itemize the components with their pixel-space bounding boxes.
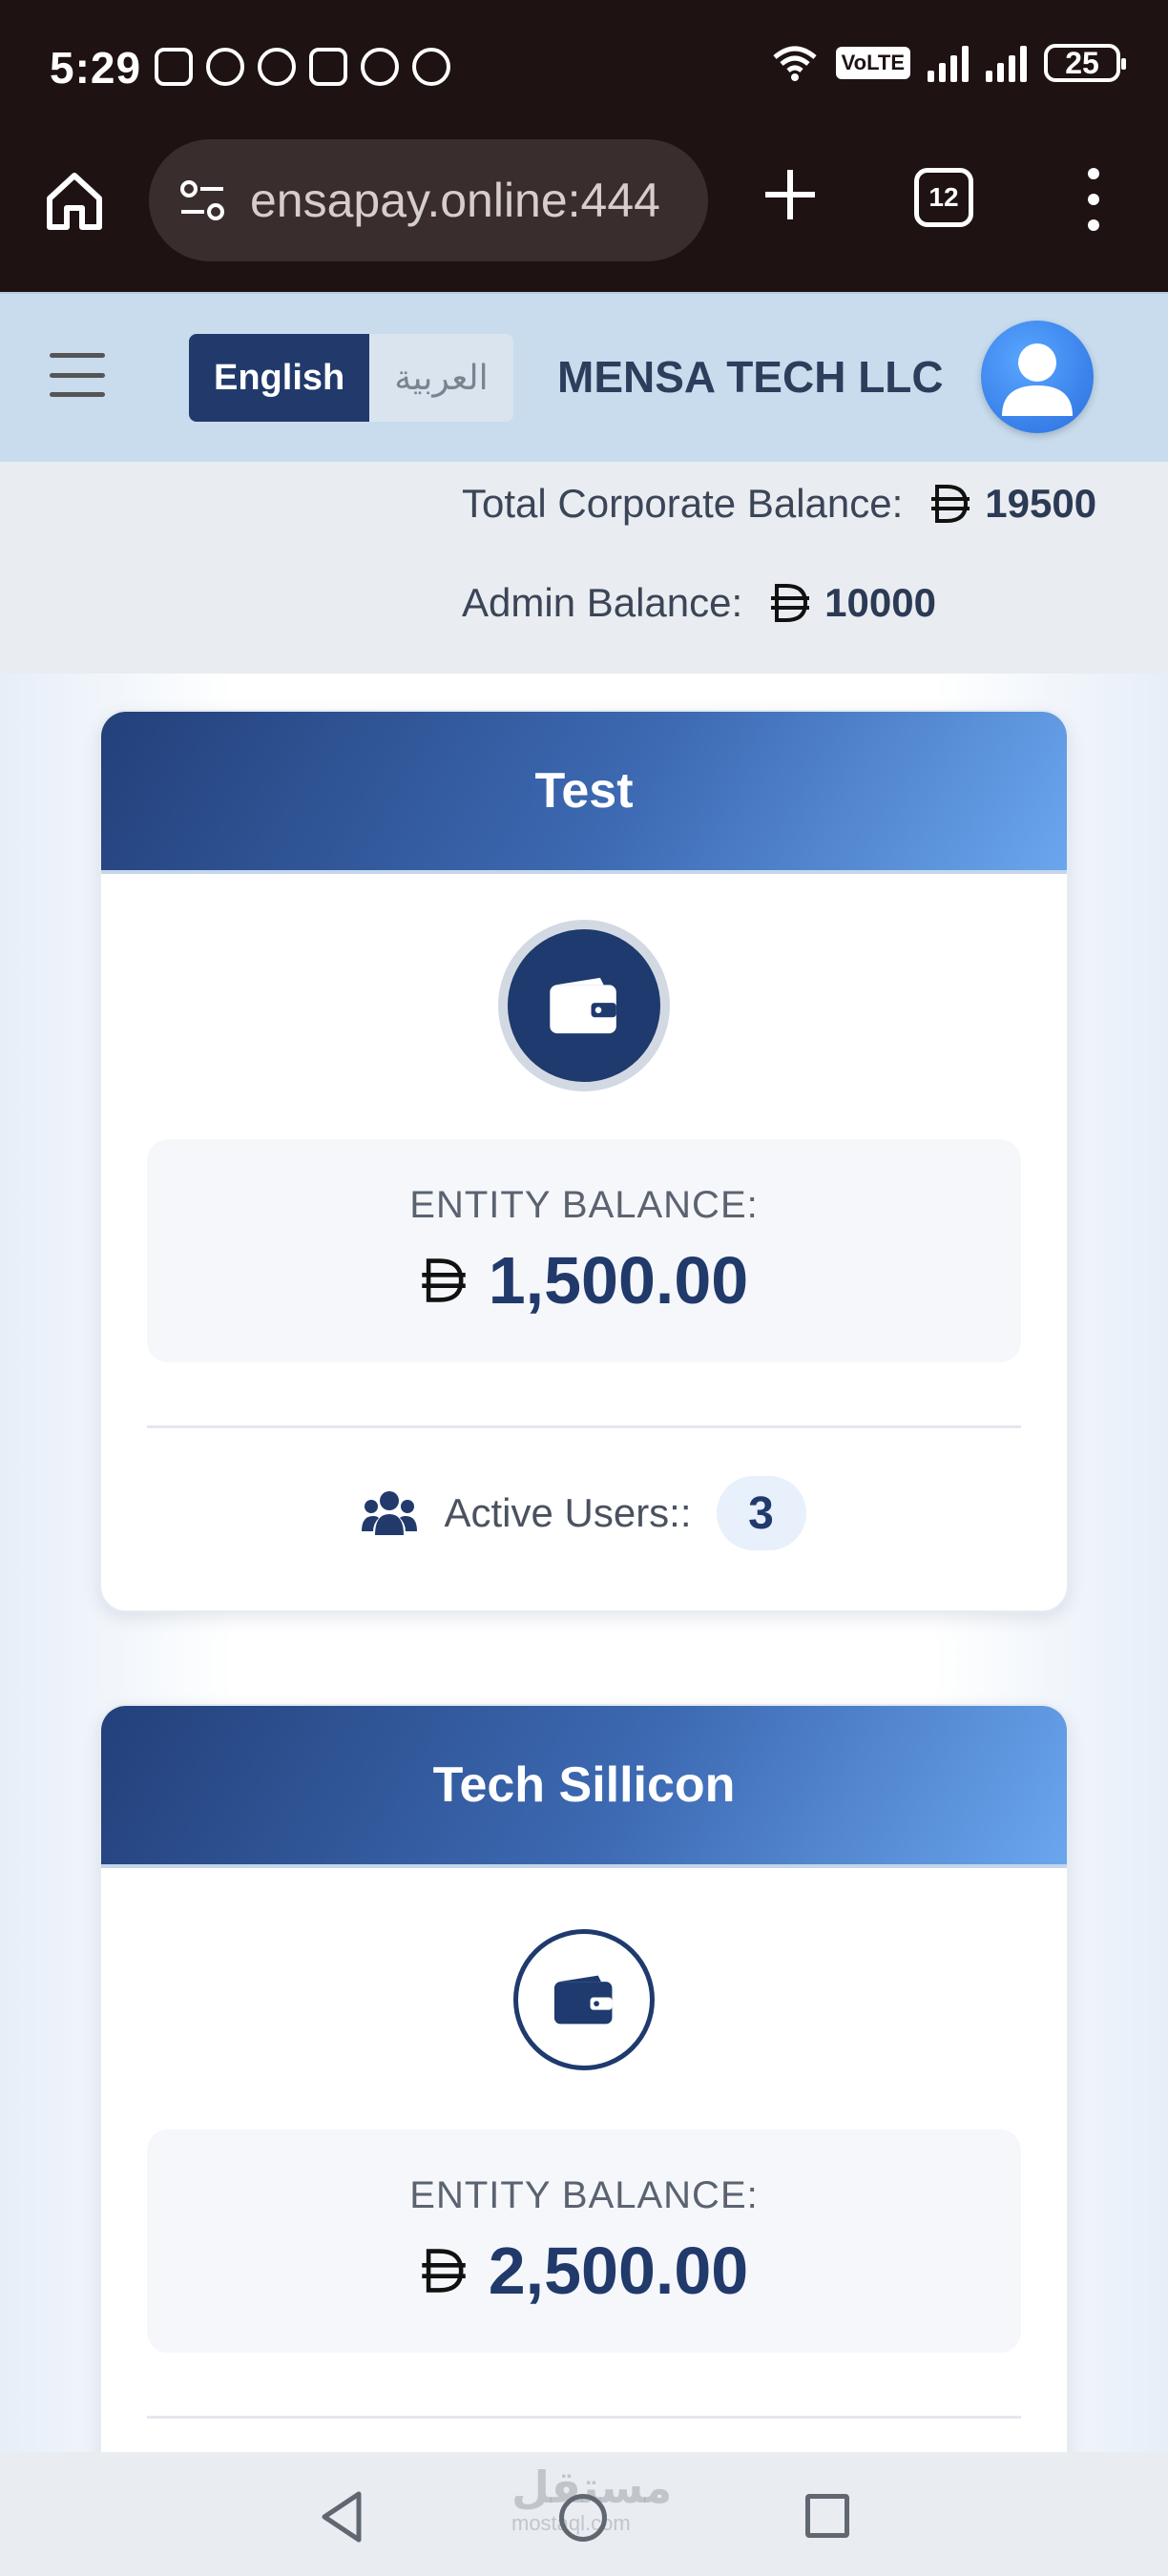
entity-title: Tech Sillicon bbox=[101, 1706, 1067, 1868]
back-icon[interactable] bbox=[319, 2490, 365, 2544]
entity-list: Test ENTITY BALANCE: 1,500.00 Active Use… bbox=[0, 674, 1168, 2452]
battery-level: 25 bbox=[1065, 45, 1099, 80]
active-users-label: Active Users:: bbox=[444, 1490, 692, 1535]
entity-card[interactable]: Tech Sillicon ENTITY BALANCE: 2,500.00 bbox=[99, 1704, 1069, 2452]
recents-icon[interactable] bbox=[805, 2494, 849, 2538]
entity-card[interactable]: Test ENTITY BALANCE: 1,500.00 Active Use… bbox=[99, 710, 1069, 1612]
lang-arabic-button[interactable]: العربية bbox=[369, 334, 512, 422]
address-bar[interactable]: ensapay.online:444 bbox=[149, 139, 708, 261]
nfc-icon bbox=[155, 48, 193, 86]
notification-icons bbox=[155, 48, 450, 86]
browser-toolbar: ensapay.online:444 12 bbox=[0, 139, 1168, 292]
tab-switcher-button[interactable]: 12 bbox=[914, 168, 973, 227]
hamburger-menu-icon[interactable] bbox=[50, 353, 105, 397]
signal-icon-1 bbox=[928, 44, 969, 82]
wallet-icon bbox=[513, 1929, 655, 2070]
dirham-icon bbox=[931, 485, 970, 523]
tab-count: 12 bbox=[928, 182, 959, 212]
chat-icon bbox=[361, 48, 399, 86]
wifi-icon bbox=[772, 46, 817, 81]
signal-icon-2 bbox=[986, 44, 1027, 82]
entity-balance-label: ENTITY BALANCE: bbox=[409, 1183, 759, 1226]
new-tab-icon[interactable] bbox=[760, 164, 821, 225]
company-name: MENSA TECH LLC bbox=[557, 352, 944, 402]
corporate-balance-label: Total Corporate Balance: bbox=[462, 481, 904, 526]
balance-summary: Total Corporate Balance: 19500 Admin Bal… bbox=[0, 462, 1168, 674]
admin-balance-value: 10000 bbox=[824, 580, 936, 625]
entity-title: Test bbox=[101, 712, 1067, 874]
url-text: ensapay.online:444 bbox=[250, 174, 660, 227]
entity-balance-row: 1,500.00 bbox=[420, 1242, 748, 1319]
headphones-icon bbox=[258, 48, 296, 86]
site-settings-icon[interactable] bbox=[176, 174, 229, 227]
battery-icon: 25 bbox=[1044, 44, 1126, 82]
entity-balance-box: ENTITY BALANCE: 1,500.00 bbox=[147, 1139, 1021, 1362]
active-users-row: Active Users:: 3 bbox=[101, 1428, 1067, 1598]
divider bbox=[147, 2416, 1021, 2419]
alarm-icon bbox=[206, 48, 244, 86]
home-icon[interactable] bbox=[42, 168, 107, 233]
battery-saver-icon bbox=[309, 48, 347, 86]
corporate-balance-value: 19500 bbox=[985, 481, 1097, 526]
wallet-icon bbox=[498, 920, 670, 1091]
system-icons: VoLTE 25 bbox=[771, 44, 1126, 82]
user-icon bbox=[1002, 343, 1073, 416]
system-navigation-bar: مستقل mostaql.com bbox=[0, 2452, 1168, 2576]
imo-icon bbox=[412, 48, 450, 86]
entity-balance-box: ENTITY BALANCE: 2,500.00 bbox=[147, 2129, 1021, 2353]
volte-icon: VoLTE bbox=[835, 47, 910, 79]
status-bar: 5:29 VoLTE 25 bbox=[0, 0, 1168, 139]
language-toggle: English العربية bbox=[189, 334, 513, 422]
active-users-count: 3 bbox=[716, 1476, 806, 1550]
entity-balance-value: 1,500.00 bbox=[488, 1242, 749, 1318]
lang-english-button[interactable]: English bbox=[189, 334, 370, 422]
avatar[interactable] bbox=[981, 321, 1094, 433]
status-time: 5:29 bbox=[50, 43, 142, 93]
users-icon bbox=[362, 1491, 418, 1535]
dirham-icon bbox=[771, 584, 810, 622]
more-menu-icon[interactable] bbox=[1074, 168, 1113, 231]
admin-balance-row: Admin Balance: 10000 bbox=[462, 580, 936, 626]
corporate-balance-row: Total Corporate Balance: 19500 bbox=[462, 481, 1096, 527]
entity-balance-value: 2,500.00 bbox=[488, 2233, 749, 2308]
entity-balance-label: ENTITY BALANCE: bbox=[409, 2173, 759, 2216]
dirham-icon bbox=[422, 1257, 466, 1302]
entity-balance-row: 2,500.00 bbox=[420, 2233, 748, 2309]
admin-balance-label: Admin Balance: bbox=[462, 580, 743, 625]
home-nav-icon[interactable] bbox=[559, 2494, 607, 2542]
dirham-icon bbox=[422, 2248, 466, 2293]
app-header: English العربية MENSA TECH LLC bbox=[0, 292, 1168, 462]
